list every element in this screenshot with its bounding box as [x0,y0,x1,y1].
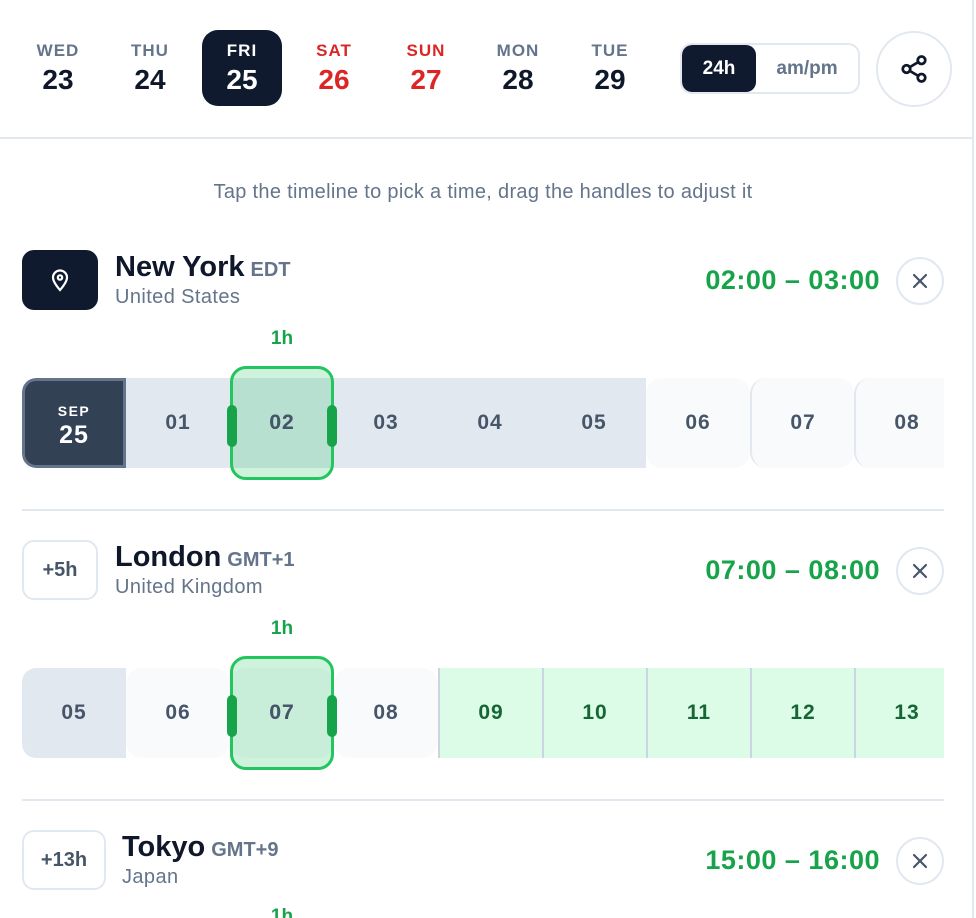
hour-cell[interactable]: 05 [22,668,126,758]
instruction-hint: Tap the timeline to pick a time, drag th… [213,181,753,203]
time-selection[interactable]: 02 [227,366,337,480]
hour-timeline[interactable]: 05 06 07 08 09 10 11 12 13 [22,668,944,758]
offset-badge: +13h [22,830,106,890]
selected-time-range: 15:00 – 16:00 [705,845,880,875]
selection-end-handle[interactable] [327,405,337,447]
country-name: Japan [122,866,179,888]
date-cell-day: 25 [59,421,89,449]
day-sun-27[interactable]: SUN 27 [386,30,466,106]
duration-label: 1h [270,328,294,349]
city-name: New York EDT [115,251,290,284]
selected-time-range: 07:00 – 08:00 [705,555,880,585]
city-name-text: London [115,541,222,573]
remove-city-button[interactable] [896,257,944,305]
remove-city-button[interactable] [896,837,944,885]
close-icon [912,563,928,579]
hour-cell[interactable]: 13 [854,668,944,758]
day-label: WED [36,41,80,60]
selected-time-range: 02:00 – 03:00 [705,265,880,295]
panel-edge [972,0,974,918]
offset-badge: +5h [22,540,98,600]
day-number: 25 [226,64,258,95]
hour-cell[interactable]: 09 [438,668,542,758]
day-fri-25[interactable]: FRI 25 [202,30,282,106]
hour-cell[interactable]: 08 [854,378,944,468]
timezone-abbr: GMT+9 [211,839,279,861]
timezone-abbr: EDT [250,259,291,281]
day-thu-24[interactable]: THU 24 [110,30,190,106]
hour-cell[interactable]: 04 [438,378,542,468]
day-label: TUE [591,41,629,60]
format-ampm-button[interactable]: am/pm [756,45,858,92]
day-number: 23 [42,64,74,95]
day-number: 28 [502,64,534,95]
day-label: THU [131,41,169,60]
hour-cell[interactable]: 05 [542,378,646,468]
country-name: United Kingdom [115,576,263,598]
city-name: London GMT+1 [115,541,295,574]
timezone-abbr: GMT+1 [227,549,295,571]
day-number: 29 [594,64,626,95]
hour-cell[interactable]: 06 [126,668,230,758]
day-wed-23[interactable]: WED 23 [18,30,98,106]
time-format-toggle: 24h am/pm [680,43,860,94]
hour-timeline[interactable]: SEP 25 01 02 03 04 05 06 07 08 [22,378,944,468]
day-mon-28[interactable]: MON 28 [478,30,558,106]
hour-cell[interactable]: 07 [750,378,854,468]
hour-cell[interactable]: 08 [334,668,438,758]
duration-label: 1h [270,906,294,918]
time-selection[interactable]: 07 [227,656,337,770]
hour-cell[interactable]: 01 [126,378,230,468]
selection-start-handle[interactable] [227,695,237,737]
duration-label: 1h [270,618,294,639]
selection-end-handle[interactable] [327,695,337,737]
selection-start-handle[interactable] [227,405,237,447]
country-name: United States [115,286,241,308]
city-name-text: Tokyo [122,831,206,863]
remove-city-button[interactable] [896,547,944,595]
day-number: 24 [134,64,166,95]
hour-cell[interactable]: 12 [750,668,854,758]
close-icon [912,273,928,289]
home-location-badge [22,250,98,310]
close-icon [912,853,928,869]
hour-cell[interactable]: 11 [646,668,750,758]
day-label: FRI [226,41,258,60]
divider [22,509,944,511]
selected-hour: 07 [269,701,295,724]
format-24h-button[interactable]: 24h [682,45,756,92]
city-name: Tokyo GMT+9 [122,831,279,864]
day-label: SUN [406,41,446,60]
share-button[interactable] [876,31,952,107]
day-label: MON [496,41,540,60]
share-icon [901,55,927,83]
hour-cell[interactable]: 03 [334,378,438,468]
day-number: 26 [318,64,350,95]
day-label: SAT [316,41,352,60]
city-name-text: New York [115,251,245,283]
hour-cell[interactable]: 10 [542,668,646,758]
day-sat-26[interactable]: SAT 26 [294,30,374,106]
location-pin-icon [51,269,69,292]
date-bar: WED 23 THU 24 FRI 25 SAT 26 SUN 27 MON 2… [0,0,972,139]
selected-hour: 02 [269,411,295,434]
date-cell-month: SEP [57,403,91,419]
day-tue-29[interactable]: TUE 29 [570,30,650,106]
day-number: 27 [410,64,442,95]
date-cell: SEP 25 [22,378,126,468]
hour-cell[interactable]: 06 [646,378,750,468]
divider [22,799,944,801]
